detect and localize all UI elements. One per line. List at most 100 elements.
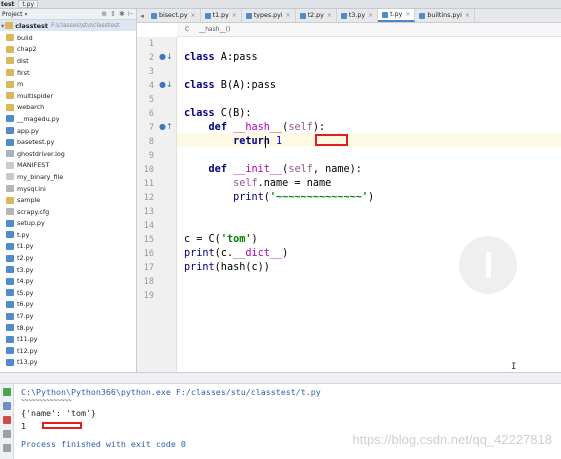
folder-icon (6, 45, 14, 53)
tree-item[interactable]: sample (0, 194, 136, 206)
highlight-box (42, 422, 82, 429)
override-marker-icon[interactable]: ●↑ (159, 122, 173, 131)
tree-item[interactable]: t7.py (0, 310, 136, 322)
tree-item[interactable]: build (0, 32, 136, 44)
stop-icon[interactable] (3, 416, 11, 424)
editor-tab[interactable]: types.pyi × (241, 9, 296, 22)
tree-item[interactable]: t4.py (0, 275, 136, 287)
settings-icon[interactable] (3, 430, 11, 438)
editor-tab[interactable]: t3.py × (336, 9, 379, 22)
tree-item[interactable]: m (0, 78, 136, 90)
tree-item[interactable]: __magedu.py (0, 113, 136, 125)
code-content[interactable]: class A:pass class B(A):pass class C(B):… (184, 37, 561, 372)
python-file-icon (6, 324, 14, 332)
python-file-icon (6, 127, 14, 135)
scroll-indicator[interactable] (459, 236, 517, 294)
code-line-2: class A:pass (184, 52, 258, 63)
tree-item[interactable]: MANIFEST (0, 160, 136, 172)
tree-item-label: t3.py (17, 265, 34, 274)
tab-label: types.pyi (253, 12, 283, 19)
line-number: 7 (148, 123, 154, 133)
tree-item[interactable]: t5.py (0, 287, 136, 299)
project-view-selector[interactable]: Project (2, 11, 23, 18)
python-file-icon (340, 12, 347, 19)
tab-scroll-left-icon[interactable]: ◂ (137, 9, 147, 22)
trash-icon[interactable] (3, 444, 11, 452)
tab-label: bisect.py (159, 12, 188, 19)
python-file-icon (419, 12, 426, 19)
console-output[interactable]: C:\Python\Python366\python.exe F:/classe… (21, 384, 561, 459)
python-file-icon (6, 231, 14, 239)
tree-item[interactable]: my_binary_file (0, 171, 136, 183)
chevron-down-icon[interactable]: ▾ (1, 22, 4, 30)
breadcrumb-class[interactable]: C (185, 26, 189, 33)
close-icon[interactable]: × (368, 12, 373, 19)
project-toolbar: ⊕ ⇕ ✱ ⊢ (101, 10, 134, 18)
tree-item[interactable]: app.py (0, 125, 136, 137)
tree-item[interactable]: chap2 (0, 44, 136, 56)
rerun-icon[interactable] (3, 388, 11, 396)
gear-icon[interactable]: ✱ (119, 10, 125, 18)
chevron-down-icon[interactable]: ▾ (25, 11, 28, 18)
code-editor[interactable]: C __hash__() 1 2 3 4 5 6 7 8 9 10 11 12 13 14 15 16 17 18… (137, 23, 561, 372)
tree-item[interactable]: basetest.py (0, 136, 136, 148)
tree-item[interactable]: t6.py (0, 299, 136, 311)
project-root-item[interactable]: ▾ classtest F:\classes\stu\classtest (0, 20, 136, 31)
python-file-icon (6, 335, 14, 343)
tree-item[interactable]: t3.py (0, 264, 136, 276)
tree-item[interactable]: ghostdriver.log (0, 148, 136, 160)
tree-item[interactable]: t1.py (0, 241, 136, 253)
tab-label: t.py (390, 11, 403, 18)
code-line-6: class C(B): (184, 108, 252, 119)
tree-item[interactable]: t.py (0, 229, 136, 241)
tree-item[interactable]: first (0, 67, 136, 79)
tree-item-label: __magedu.py (17, 114, 60, 123)
code-line-17: print(hash(c)) (184, 262, 270, 273)
override-marker-icon[interactable]: ●↓ (159, 52, 173, 61)
code-line-16: print(c.__dict__) (184, 248, 289, 259)
python-file-icon (6, 266, 14, 274)
override-marker-icon[interactable]: ●↓ (159, 80, 173, 89)
close-icon[interactable]: × (465, 12, 470, 19)
tree-item[interactable]: t8.py (0, 322, 136, 334)
close-icon[interactable]: × (327, 12, 332, 19)
file-breadcrumb[interactable]: t.py (18, 0, 39, 8)
close-icon[interactable]: × (405, 11, 410, 18)
editor-tab[interactable]: bisect.py × (147, 9, 201, 22)
folder-icon (6, 57, 14, 65)
close-icon[interactable]: × (191, 12, 196, 19)
code-line-4: class B(A):pass (184, 80, 277, 91)
tree-item[interactable]: t2.py (0, 252, 136, 264)
tree-item[interactable]: t13.py (0, 357, 136, 369)
line-number: 3 (148, 67, 154, 77)
collapse-all-icon[interactable]: ⇕ (110, 10, 116, 18)
tree-item[interactable]: dist (0, 55, 136, 67)
editor-tab[interactable]: t.py × (378, 9, 416, 22)
console-exit-message: Process finished with exit code 0 (21, 439, 186, 449)
close-icon[interactable]: × (286, 12, 291, 19)
tree-item-label: t4.py (17, 277, 34, 286)
text-cursor-icon: I (511, 362, 517, 372)
tree-item[interactable]: scrapy.cfg (0, 206, 136, 218)
hide-panel-icon[interactable]: ⊢ (128, 10, 134, 18)
python-file-icon (6, 277, 14, 285)
tree-item[interactable]: mysql.ini (0, 183, 136, 195)
line-number: 18 (143, 277, 154, 287)
python-file-icon (6, 358, 14, 366)
tree-item-label: sample (17, 196, 41, 205)
scroll-from-source-icon[interactable]: ⊕ (101, 10, 107, 18)
file-icon (6, 161, 14, 169)
scroll-down-icon[interactable] (3, 402, 11, 410)
console-command: C:\Python\Python366\python.exe F:/classe… (21, 387, 321, 397)
editor-tab[interactable]: t1.py × (200, 9, 242, 22)
breadcrumb-method[interactable]: __hash__() (199, 26, 230, 33)
editor-tab[interactable]: t2.py × (295, 9, 337, 22)
tree-item[interactable]: webarch (0, 102, 136, 114)
close-icon[interactable]: × (232, 12, 237, 19)
tab-label: builtins.pyi (427, 12, 462, 19)
tree-item[interactable]: t12.py (0, 345, 136, 357)
editor-tab[interactable]: builtins.pyi × (415, 9, 475, 22)
tree-item[interactable]: multispider (0, 90, 136, 102)
tree-item[interactable]: setup.py (0, 218, 136, 230)
tree-item[interactable]: t11.py (0, 333, 136, 345)
